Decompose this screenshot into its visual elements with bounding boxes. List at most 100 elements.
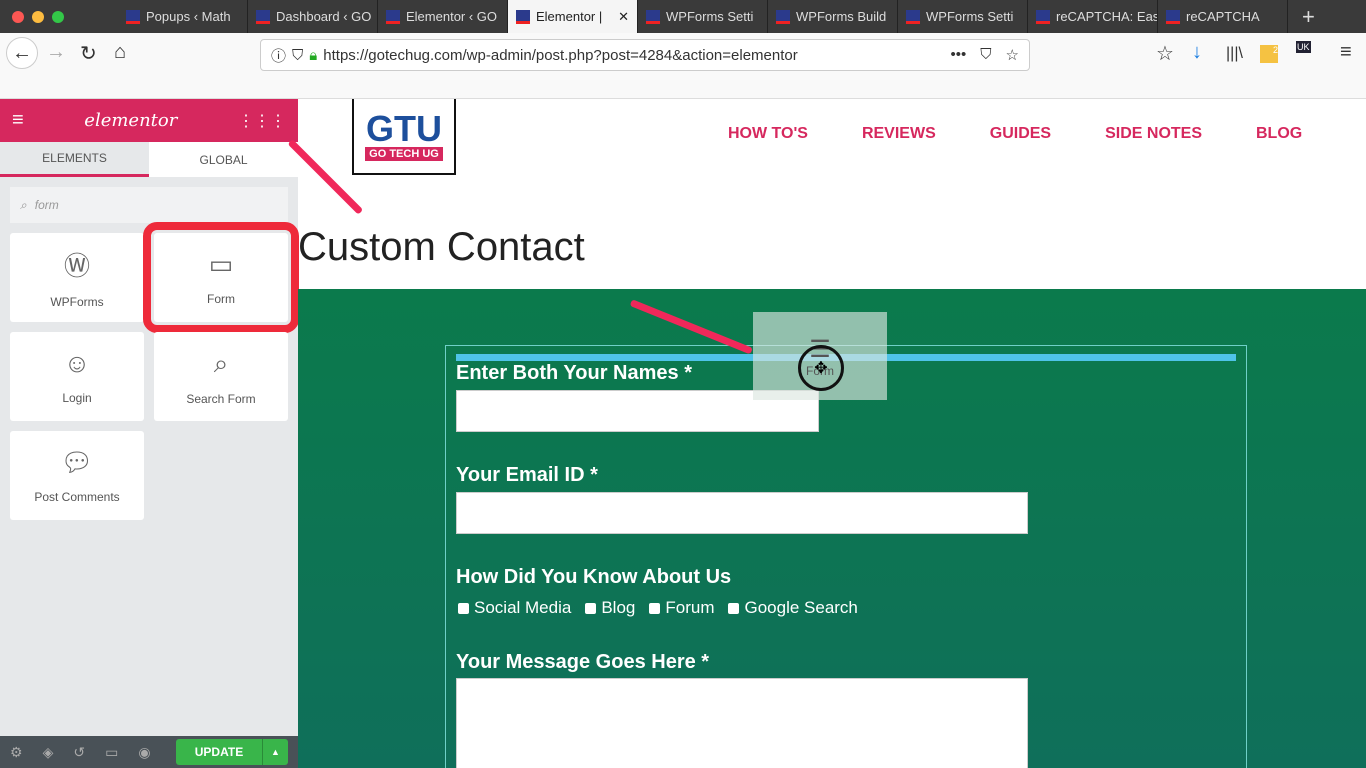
lock-icon: 🔒︎ (309, 46, 318, 64)
widget-search-form[interactable]: ⌕ Search Form (154, 332, 288, 421)
checkbox[interactable] (649, 602, 661, 614)
menu-icon[interactable]: ≡ (12, 109, 24, 132)
checkbox-label: Blog (601, 598, 636, 617)
browser-tab[interactable]: reCAPTCHA: Easy o (1028, 0, 1158, 33)
checkbox-label: Forum (665, 598, 715, 617)
browser-tab[interactable]: Elementor ‹ GO (378, 0, 508, 33)
email-label: Your Email ID * (456, 464, 598, 486)
panel-footer: ⚙ ◈ ↺ ▭ ◉ UPDATE ▲ (0, 736, 298, 768)
browser-tab[interactable]: WPForms Setti (898, 0, 1028, 33)
tab-label: WPForms Setti (926, 9, 1014, 24)
panel-header: ≡ elementor ⋮⋮⋮ (0, 99, 298, 142)
more-icon[interactable]: ••• (951, 46, 967, 64)
extension-badge[interactable]: 2 (1260, 45, 1278, 63)
message-label: Your Message Goes Here * (456, 651, 710, 673)
menu-item[interactable]: HOW TO'S (728, 125, 808, 143)
url-bar[interactable]: ⓘ ⛉ 🔒︎ https://gotechug.com/wp-admin/pos… (260, 39, 1030, 71)
reading-list-icon[interactable]: ☆ (1156, 41, 1174, 66)
checkbox-option[interactable]: Google Search (728, 598, 858, 618)
widget-form[interactable]: ▭ Form (143, 222, 299, 333)
source-label: How Did You Know About Us (456, 566, 732, 588)
tab-elements[interactable]: ELEMENTS (0, 142, 149, 177)
browser-tab[interactable]: Popups ‹ Math (118, 0, 248, 33)
url-text[interactable]: https://gotechug.com/wp-admin/post.php?p… (323, 47, 797, 64)
history-icon[interactable]: ↺ (73, 744, 85, 761)
form-icon: ▭ (208, 249, 234, 279)
site-menu: HOW TO'S REVIEWS GUIDES SIDE NOTES BLOG (728, 125, 1302, 143)
tab-global[interactable]: GLOBAL (149, 142, 298, 177)
page-title: Custom Contact (298, 225, 585, 269)
close-window-button[interactable] (12, 10, 24, 23)
menu-item[interactable]: REVIEWS (862, 125, 936, 143)
form-widget[interactable]: Enter Both Your Names * Your Email ID * … (445, 345, 1247, 768)
widget-login[interactable]: ☺ Login (10, 332, 144, 421)
checkbox[interactable] (728, 602, 740, 614)
favicon-icon (126, 9, 140, 24)
search-form-icon: ⌕ (213, 347, 229, 378)
download-icon[interactable]: ↓ (1192, 41, 1202, 64)
checkbox-option[interactable]: Blog (585, 598, 635, 618)
browser-tab[interactable]: Dashboard ‹ GO (248, 0, 378, 33)
responsive-icon[interactable]: ▭ (105, 744, 118, 761)
library-icon[interactable]: |||\ (1226, 45, 1243, 63)
info-icon[interactable]: ⓘ (271, 45, 286, 66)
widget-post-comments[interactable]: 💬︎ Post Comments (10, 431, 144, 520)
tab-label: Popups ‹ Math (146, 9, 231, 24)
browser-tab[interactable]: Elementor | ✕ (508, 0, 638, 33)
favicon-icon (256, 9, 270, 24)
settings-icon[interactable]: ⚙ (10, 744, 23, 761)
search-icon: ⌕ (20, 197, 27, 212)
widgets-grid-icon[interactable]: ⋮⋮⋮ (238, 111, 286, 131)
preview-icon[interactable]: ◉ (138, 744, 150, 761)
elementor-panel: ≡ elementor ⋮⋮⋮ ELEMENTS GLOBAL ⌕ form Ⓦ… (0, 99, 299, 768)
widget-label: Search Form (186, 391, 256, 406)
checkbox[interactable] (458, 602, 469, 614)
checkbox-label: Social Media (474, 598, 572, 617)
zoom-window-button[interactable] (52, 10, 64, 23)
browser-tab-bar: Popups ‹ Math Dashboard ‹ GO Elementor ‹ G… (0, 0, 1366, 33)
logo-main: GTU (366, 108, 442, 149)
wordpress-icon: Ⓦ (63, 251, 90, 281)
favicon-icon (386, 9, 400, 24)
update-button[interactable]: UPDATE (176, 739, 262, 765)
menu-item[interactable]: GUIDES (990, 125, 1051, 143)
comments-icon: 💬︎ (60, 447, 94, 477)
site-logo[interactable]: GTU GO TECH UG (352, 99, 456, 175)
favicon-icon (516, 9, 530, 24)
browser-tab[interactable]: reCAPTCHA (1158, 0, 1288, 33)
forward-icon[interactable]: → (46, 41, 66, 64)
page-preview: GTU GO TECH UG HOW TO'S REVIEWS GUIDES SIDE… (298, 99, 1366, 768)
widget-label: WPForms (50, 295, 104, 309)
hamburger-menu-icon[interactable]: ≡ (1340, 41, 1352, 64)
name-label: Enter Both Your Names * (456, 362, 692, 384)
navigator-icon[interactable]: ◈ (43, 744, 54, 761)
widget-wpforms[interactable]: Ⓦ WPForms (10, 233, 144, 322)
widget-label: Post Comments (34, 490, 120, 504)
window-controls (0, 0, 118, 33)
widget-search-input[interactable]: ⌕ form (10, 187, 288, 223)
menu-item[interactable]: SIDE NOTES (1105, 125, 1202, 143)
shield-icon[interactable]: ⛉ (292, 47, 303, 64)
bookmark-star-icon[interactable]: ☆ (1006, 46, 1019, 64)
favicon-icon (776, 9, 790, 24)
menu-item[interactable]: BLOG (1256, 125, 1302, 143)
extension-uk[interactable]: UK (1296, 41, 1311, 53)
minimize-window-button[interactable] (32, 10, 44, 23)
checkbox-option[interactable]: Forum (649, 598, 714, 618)
widget-label: Form (207, 292, 235, 306)
back-icon[interactable]: ← (6, 37, 38, 69)
email-input[interactable] (456, 492, 1028, 534)
close-tab-icon[interactable]: ✕ (618, 9, 629, 25)
update-options-button[interactable]: ▲ (262, 739, 288, 765)
tab-label: WPForms Setti (666, 9, 754, 24)
browser-tab[interactable]: WPForms Build (768, 0, 898, 33)
checkbox-label: Google Search (744, 598, 858, 617)
pocket-icon[interactable]: ⛉ (980, 46, 991, 64)
message-textarea[interactable] (456, 678, 1028, 768)
new-tab-button[interactable]: + (1288, 0, 1329, 33)
home-icon[interactable]: ⌂ (114, 41, 126, 64)
browser-tab[interactable]: WPForms Setti (638, 0, 768, 33)
checkbox-option[interactable]: Social Media (458, 598, 571, 618)
reload-icon[interactable]: ↻ (80, 41, 97, 66)
checkbox[interactable] (585, 602, 597, 614)
